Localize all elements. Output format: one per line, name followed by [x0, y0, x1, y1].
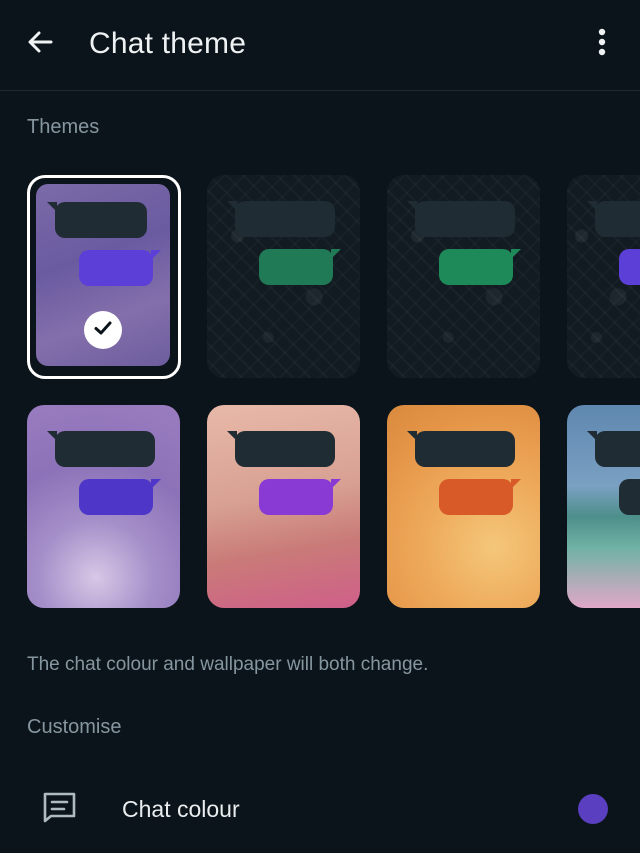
incoming-bubble-preview [587, 431, 640, 467]
header-divider [0, 90, 640, 91]
incoming-bubble-preview [227, 201, 335, 237]
chat-colour-swatch [578, 794, 608, 824]
outgoing-bubble-preview [259, 249, 341, 285]
incoming-bubble-preview [47, 202, 147, 238]
outgoing-bubble-preview [619, 479, 640, 515]
outgoing-bubble-preview [619, 249, 640, 285]
theme-description: The chat colour and wallpaper will both … [27, 654, 429, 675]
more-vertical-icon [597, 27, 607, 62]
outgoing-bubble-preview [259, 479, 341, 515]
more-options-button[interactable] [582, 22, 622, 66]
themes-section-label: Themes [27, 116, 100, 138]
theme-card-pink-floral[interactable] [207, 405, 360, 608]
page-title: Chat theme [89, 27, 247, 60]
theme-card-dark-doodle-purple[interactable] [567, 175, 640, 378]
chat-colour-row[interactable]: Chat colour [0, 770, 640, 848]
chat-theme-screen: Chat theme Themes The chat colour and wa… [0, 0, 640, 853]
arrow-left-icon [25, 27, 55, 62]
theme-card-dark-doodle-emerald[interactable] [387, 175, 540, 378]
incoming-bubble-preview [47, 431, 155, 467]
selected-check-badge [84, 311, 122, 349]
theme-card-orange-glow[interactable] [387, 405, 540, 608]
back-button[interactable] [18, 22, 62, 66]
outgoing-bubble-preview [439, 479, 521, 515]
chat-colour-label: Chat colour [122, 796, 240, 822]
incoming-bubble-preview [407, 431, 515, 467]
incoming-bubble-preview [227, 431, 335, 467]
incoming-bubble-preview [587, 201, 640, 237]
outgoing-bubble-preview [79, 479, 161, 515]
customise-section-label: Customise [27, 716, 122, 738]
check-icon [92, 317, 114, 344]
chat-bubble-lines-icon [40, 790, 80, 826]
theme-card-purple-rays[interactable] [27, 405, 180, 608]
outgoing-bubble-preview [79, 250, 161, 286]
theme-card-dark-doodle-green[interactable] [207, 175, 360, 378]
outgoing-bubble-preview [439, 249, 521, 285]
incoming-bubble-preview [407, 201, 515, 237]
theme-card-beach[interactable] [567, 405, 640, 608]
top-app-bar: Chat theme [0, 0, 640, 90]
